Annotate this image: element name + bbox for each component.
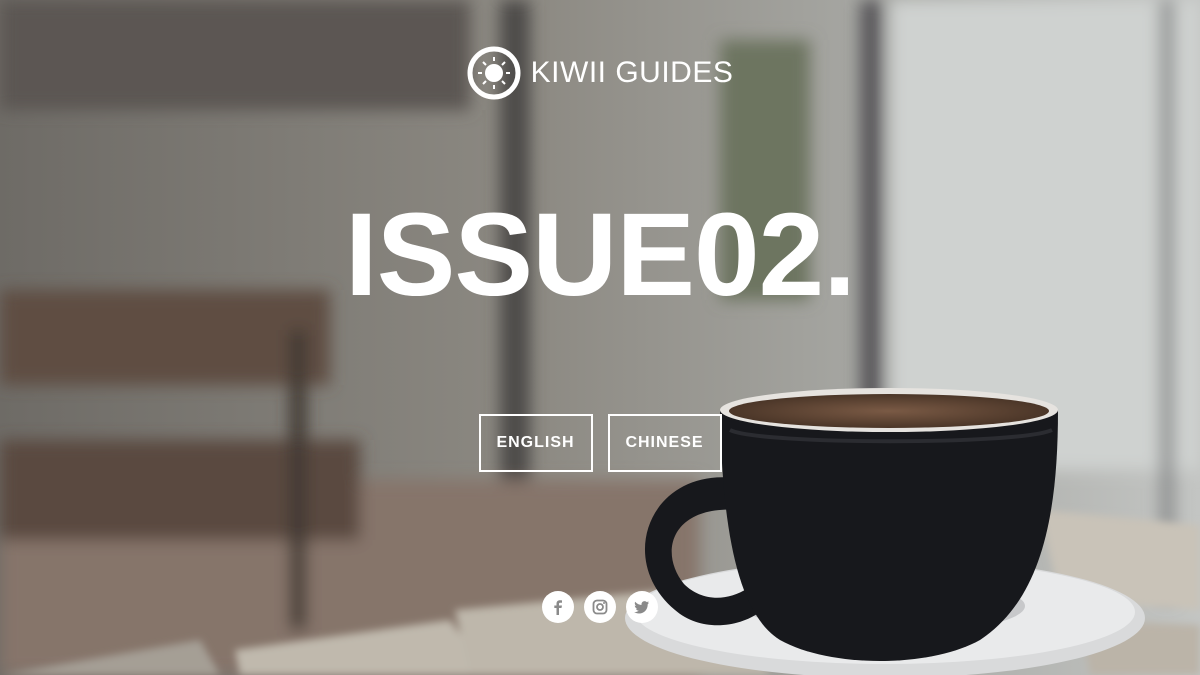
twitter-link[interactable]	[626, 591, 658, 623]
language-selector: ENGLISH CHINESE	[0, 414, 1200, 472]
instagram-link[interactable]	[584, 591, 616, 623]
facebook-icon	[554, 600, 562, 615]
background-photo	[0, 0, 1200, 675]
social-links	[542, 591, 658, 623]
issue-title: ISSUE02.	[344, 189, 856, 321]
brand-header: KIWII GUIDES	[0, 46, 1200, 100]
twitter-icon	[634, 601, 649, 614]
instagram-icon	[592, 599, 608, 615]
brand-name[interactable]: KIWII GUIDES	[531, 56, 734, 90]
chinese-button[interactable]: CHINESE	[607, 414, 722, 472]
english-button[interactable]: ENGLISH	[478, 414, 593, 472]
facebook-link[interactable]	[542, 591, 574, 623]
sun-ring-icon[interactable]	[467, 46, 521, 100]
